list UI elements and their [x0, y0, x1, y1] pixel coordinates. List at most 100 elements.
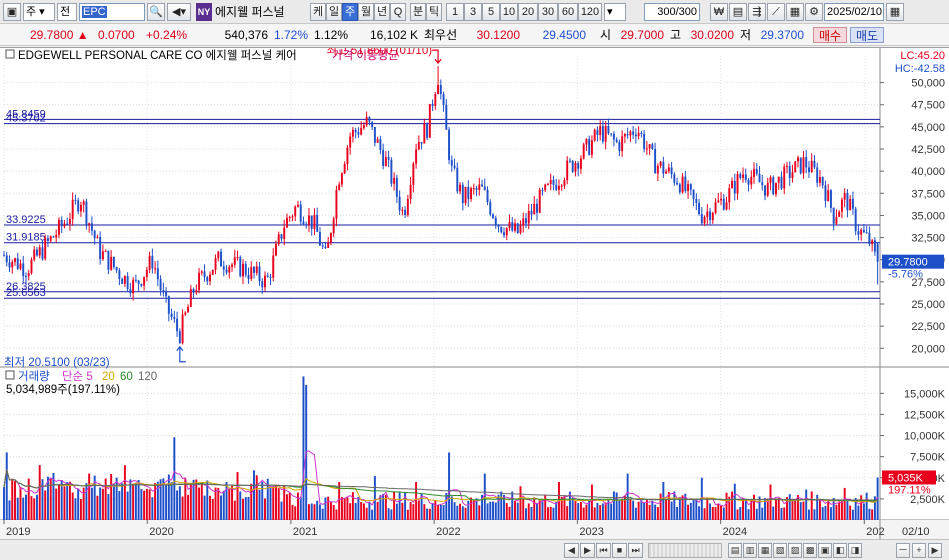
volume-tick-label: 7,500K: [910, 452, 946, 464]
last-page-button[interactable]: ⏭: [628, 543, 643, 558]
volume-bar: [390, 509, 393, 520]
candle-body: [557, 185, 560, 190]
interval-button-3[interactable]: 3: [464, 3, 482, 21]
volume-bar: [775, 498, 777, 520]
candle-type-icon[interactable]: ₩: [710, 3, 728, 21]
candle-body: [662, 161, 665, 174]
period-button-quarter[interactable]: Q: [390, 3, 406, 21]
interval-button-120[interactable]: 120: [578, 3, 602, 21]
stock-chart[interactable]: 20,00022,50025,00027,50030,00032,50035,0…: [0, 48, 949, 540]
chart-scrollbar[interactable]: [648, 543, 722, 558]
type-select[interactable]: 전: [57, 3, 77, 21]
stop-button[interactable]: ■: [612, 543, 627, 558]
market-select[interactable]: 주 ▾: [23, 3, 55, 21]
buy-button[interactable]: 매수: [813, 27, 847, 43]
tool-icon-7[interactable]: ▣: [818, 543, 832, 558]
interval-button-5[interactable]: 5: [482, 3, 500, 21]
period-button-month[interactable]: 월: [358, 3, 374, 21]
volume-bar: [253, 470, 255, 520]
volume-bar: [393, 491, 396, 520]
layout-icon[interactable]: ▣: [3, 3, 21, 21]
volume-value: 540,376: [224, 28, 268, 42]
candle-body: [14, 258, 16, 262]
scroll-end-button[interactable]: ▶: [928, 543, 942, 558]
minute-button[interactable]: 분: [410, 3, 426, 21]
tool-icon-2[interactable]: ▥: [743, 543, 757, 558]
scroll-right-button[interactable]: ▶: [580, 543, 595, 558]
candle-body: [582, 144, 585, 159]
tool-icon-6[interactable]: ▩: [803, 543, 817, 558]
volume-bar: [802, 501, 805, 520]
period-button-year[interactable]: 년: [374, 3, 390, 21]
tool-icon-9[interactable]: ◨: [848, 543, 862, 558]
count-input[interactable]: 300/300: [644, 3, 700, 21]
calendar-icon[interactable]: ▦: [886, 3, 904, 21]
volume-bar: [862, 503, 865, 520]
candle-body: [854, 208, 857, 232]
sell-button[interactable]: 매도: [850, 27, 884, 43]
volume-bar: [126, 491, 129, 520]
tool-icon-5[interactable]: ▨: [788, 543, 802, 558]
line-chart-icon[interactable]: ⟋: [767, 3, 785, 21]
volume-bar: [780, 507, 783, 520]
bid-price: 30.1200: [476, 28, 520, 42]
interval-button-60[interactable]: 60: [558, 3, 578, 21]
ticker-input[interactable]: EPC: [79, 3, 145, 21]
candle-body: [33, 249, 36, 260]
interval-dropdown[interactable]: ▾: [604, 3, 626, 21]
zoom-in-button[interactable]: +: [912, 543, 926, 558]
tool-icon-4[interactable]: ▧: [773, 543, 787, 558]
search-icon[interactable]: 🔍: [147, 3, 165, 21]
volume-bar: [176, 490, 179, 520]
interval-button-20[interactable]: 20: [518, 3, 538, 21]
scroll-left-button[interactable]: ◀: [564, 543, 579, 558]
date-input[interactable]: 2025/02/10: [824, 3, 884, 21]
candle-body: [206, 277, 209, 282]
period-button-day[interactable]: 일: [326, 3, 342, 21]
tool-icon-8[interactable]: ◧: [833, 543, 847, 558]
volume-bar: [871, 509, 874, 520]
tool-icon-1[interactable]: ▤: [728, 543, 742, 558]
speaker-icon[interactable]: ◀▾: [167, 3, 191, 21]
save-icon[interactable]: ▦: [786, 3, 804, 21]
interval-button-10[interactable]: 10: [500, 3, 518, 21]
lc-label: LC:45.20: [900, 50, 945, 62]
x-axis-label: 2021: [293, 526, 317, 538]
candle-body: [236, 257, 239, 259]
candle-body: [25, 275, 27, 277]
compare-icon[interactable]: ⇶: [748, 3, 766, 21]
grid-icon[interactable]: ▤: [729, 3, 747, 21]
candle-body: [351, 129, 354, 137]
candle-body: [231, 264, 233, 267]
candle-body: [277, 234, 280, 245]
volume-bar: [3, 487, 5, 520]
period-button-week[interactable]: 주: [342, 3, 358, 21]
candle-body: [821, 177, 824, 186]
tool-icon-3[interactable]: ▦: [758, 543, 772, 558]
interval-button-1[interactable]: 1: [446, 3, 464, 21]
volume-bar: [296, 492, 299, 520]
candle-body: [412, 163, 415, 185]
candle-body: [253, 266, 255, 273]
volume-bar: [203, 495, 206, 520]
volume-bar: [346, 497, 349, 520]
candle-body: [670, 167, 673, 175]
chart-title: EDGEWELL PERSONAL CARE CO 에지웰 퍼스널 케어: [18, 49, 297, 62]
volume-bar: [44, 490, 47, 520]
candle-body: [618, 141, 621, 152]
candle-body: [373, 126, 376, 143]
candle-body: [492, 214, 494, 218]
gear-icon[interactable]: ⚙: [805, 3, 823, 21]
period-button-k[interactable]: 케: [310, 3, 326, 21]
tick-button[interactable]: 틱: [426, 3, 442, 21]
candle-body: [612, 133, 615, 140]
interval-button-30[interactable]: 30: [538, 3, 558, 21]
volume-bar: [417, 500, 420, 520]
volume-bar: [698, 506, 701, 520]
candle-body: [8, 262, 11, 268]
market-select-value: 주: [26, 6, 37, 18]
candle-body: [244, 263, 247, 275]
volume-bar: [788, 494, 791, 520]
zoom-out-button[interactable]: ㅡ: [896, 543, 910, 558]
first-page-button[interactable]: ⏮: [596, 543, 611, 558]
